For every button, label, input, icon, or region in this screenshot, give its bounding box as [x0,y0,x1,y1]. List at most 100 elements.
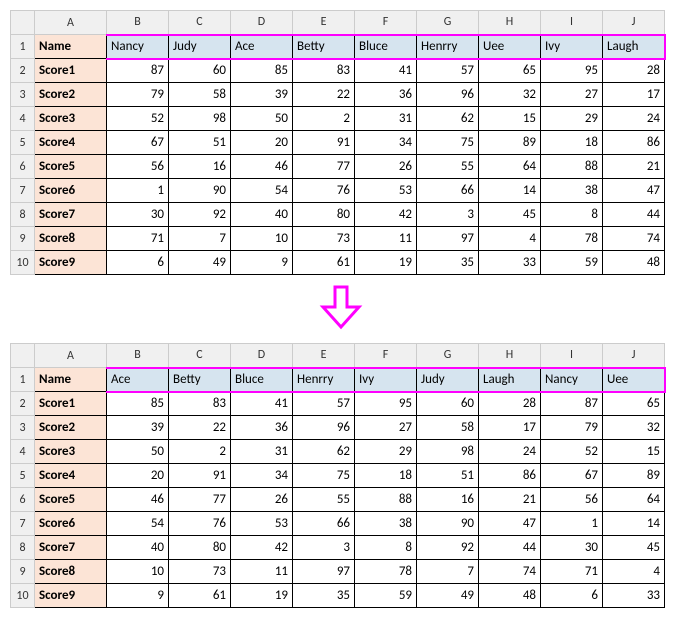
row-header-9[interactable]: 9 [11,227,35,251]
cell-score-label-2[interactable]: Score3 [35,107,107,131]
row-header-10[interactable]: 10 [11,584,35,608]
cell-1-5[interactable]: 58 [417,416,479,440]
cell-1-8[interactable]: 32 [603,416,665,440]
cell-7-1[interactable]: 73 [169,560,231,584]
cell-0-8[interactable]: 65 [603,392,665,416]
cell-5-4[interactable]: 53 [355,179,417,203]
cell-4-7[interactable]: 56 [541,488,603,512]
cell-name-3[interactable]: Henrry [293,368,355,392]
cell-2-4[interactable]: 31 [355,107,417,131]
cell-score-label-7[interactable]: Score8 [35,227,107,251]
row-header-2[interactable]: 2 [11,59,35,83]
row-header-2[interactable]: 2 [11,392,35,416]
col-header-J[interactable]: J [603,11,665,35]
cell-6-3[interactable]: 80 [293,203,355,227]
cell-name-7[interactable]: Nancy [541,368,603,392]
row-header-4[interactable]: 4 [11,440,35,464]
cell-6-1[interactable]: 92 [169,203,231,227]
cell-6-4[interactable]: 8 [355,536,417,560]
cell-name-6[interactable]: Laugh [479,368,541,392]
cell-4-7[interactable]: 88 [541,155,603,179]
cell-7-5[interactable]: 7 [417,560,479,584]
cell-name-8[interactable]: Laugh [603,35,665,59]
cell-name-1[interactable]: Betty [169,368,231,392]
cell-2-6[interactable]: 15 [479,107,541,131]
cell-8-7[interactable]: 59 [541,251,603,275]
cell-5-3[interactable]: 76 [293,179,355,203]
cell-4-3[interactable]: 77 [293,155,355,179]
cell-8-0[interactable]: 6 [107,251,169,275]
cell-name-2[interactable]: Bluce [231,368,293,392]
col-header-H[interactable]: H [479,11,541,35]
cell-6-4[interactable]: 42 [355,203,417,227]
cell-7-6[interactable]: 4 [479,227,541,251]
cell-7-7[interactable]: 78 [541,227,603,251]
cell-5-3[interactable]: 66 [293,512,355,536]
cell-8-6[interactable]: 48 [479,584,541,608]
row-header-5[interactable]: 5 [11,131,35,155]
cell-5-2[interactable]: 54 [231,179,293,203]
spreadsheet-table[interactable]: ABCDEFGHIJ1NameAceBettyBluceHenrryIvyJud… [10,343,666,608]
cell-0-7[interactable]: 95 [541,59,603,83]
cell-0-7[interactable]: 87 [541,392,603,416]
cell-7-2[interactable]: 11 [231,560,293,584]
cell-2-3[interactable]: 62 [293,440,355,464]
cell-2-2[interactable]: 31 [231,440,293,464]
cell-name-6[interactable]: Uee [479,35,541,59]
cell-3-3[interactable]: 75 [293,464,355,488]
row-header-6[interactable]: 6 [11,488,35,512]
cell-1-4[interactable]: 27 [355,416,417,440]
cell-4-8[interactable]: 21 [603,155,665,179]
cell-score-label-0[interactable]: Score1 [35,59,107,83]
cell-7-3[interactable]: 97 [293,560,355,584]
cell-1-8[interactable]: 17 [603,83,665,107]
cell-1-1[interactable]: 58 [169,83,231,107]
cell-4-4[interactable]: 88 [355,488,417,512]
cell-4-3[interactable]: 55 [293,488,355,512]
col-header-D[interactable]: D [231,344,293,368]
cell-3-2[interactable]: 20 [231,131,293,155]
cell-3-6[interactable]: 89 [479,131,541,155]
cell-3-8[interactable]: 89 [603,464,665,488]
cell-8-3[interactable]: 35 [293,584,355,608]
col-header-F[interactable]: F [355,344,417,368]
cell-1-6[interactable]: 32 [479,83,541,107]
cell-5-7[interactable]: 1 [541,512,603,536]
cell-name-5[interactable]: Judy [417,368,479,392]
cell-4-1[interactable]: 16 [169,155,231,179]
cell-8-2[interactable]: 9 [231,251,293,275]
col-header-E[interactable]: E [293,344,355,368]
cell-2-5[interactable]: 98 [417,440,479,464]
cell-4-2[interactable]: 26 [231,488,293,512]
cell-3-7[interactable]: 67 [541,464,603,488]
cell-2-7[interactable]: 52 [541,440,603,464]
cell-8-5[interactable]: 35 [417,251,479,275]
cell-8-1[interactable]: 49 [169,251,231,275]
cell-score-label-8[interactable]: Score9 [35,584,107,608]
row-header-10[interactable]: 10 [11,251,35,275]
cell-6-5[interactable]: 3 [417,203,479,227]
cell-3-5[interactable]: 75 [417,131,479,155]
cell-0-5[interactable]: 57 [417,59,479,83]
cell-2-5[interactable]: 62 [417,107,479,131]
col-header-D[interactable]: D [231,11,293,35]
cell-score-label-5[interactable]: Score6 [35,179,107,203]
cell-4-5[interactable]: 55 [417,155,479,179]
col-header-B[interactable]: B [107,11,169,35]
cell-2-6[interactable]: 24 [479,440,541,464]
cell-name-label[interactable]: Name [35,368,107,392]
cell-0-2[interactable]: 85 [231,59,293,83]
col-header-G[interactable]: G [417,344,479,368]
cell-6-5[interactable]: 92 [417,536,479,560]
cell-name-8[interactable]: Uee [603,368,665,392]
cell-7-1[interactable]: 7 [169,227,231,251]
cell-8-6[interactable]: 33 [479,251,541,275]
cell-8-8[interactable]: 48 [603,251,665,275]
cell-2-4[interactable]: 29 [355,440,417,464]
row-header-7[interactable]: 7 [11,179,35,203]
cell-0-6[interactable]: 65 [479,59,541,83]
cell-5-8[interactable]: 47 [603,179,665,203]
cell-5-4[interactable]: 38 [355,512,417,536]
cell-score-label-4[interactable]: Score5 [35,155,107,179]
cell-5-5[interactable]: 66 [417,179,479,203]
